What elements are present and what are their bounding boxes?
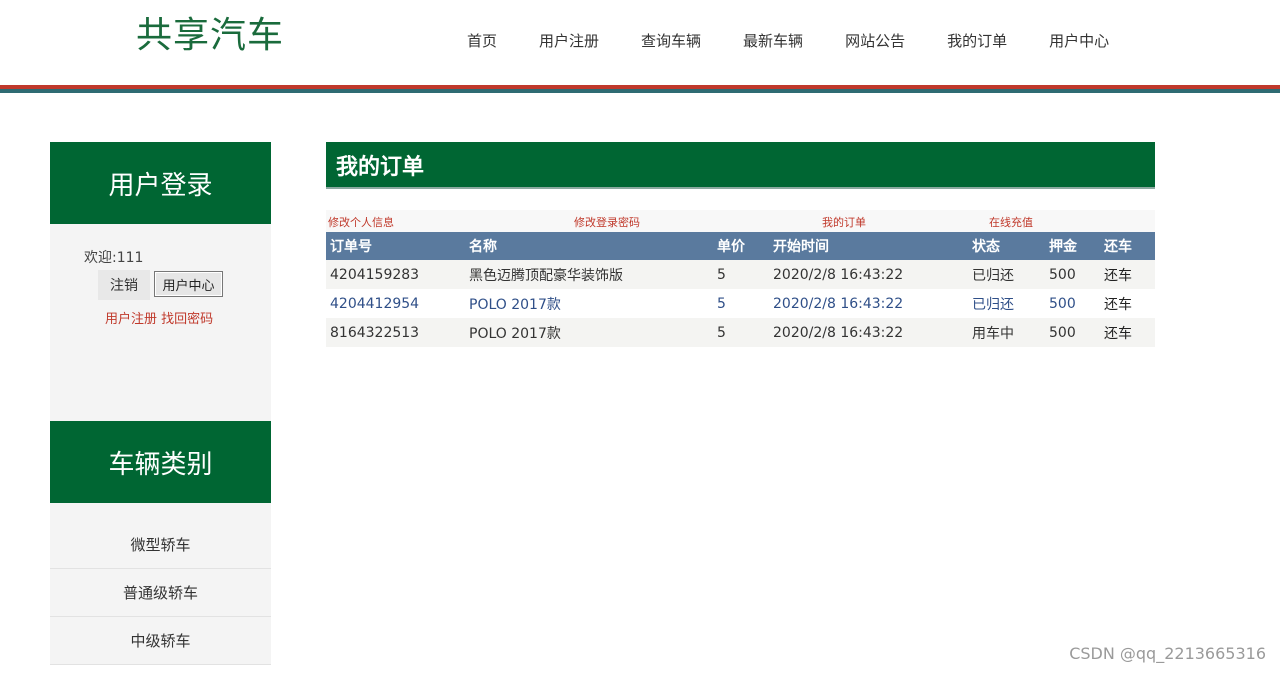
car-name-cell: 黑色迈腾顶配豪华装饰版	[465, 260, 713, 289]
price-cell: 5	[713, 318, 769, 347]
deposit-cell: 500	[1049, 295, 1076, 312]
start-time-cell: 2020/2/8 16:43:22	[769, 318, 968, 347]
find-password-link[interactable]: 找回密码	[161, 312, 213, 327]
car-name-cell: POLO 2017款	[469, 296, 561, 313]
table-row: 4204412954 POLO 2017款 5 2020/2/8 16:43:2…	[326, 289, 1155, 318]
logout-button[interactable]: 注销	[98, 270, 150, 300]
site-logo[interactable]: 共享汽车	[136, 6, 284, 58]
page-title: 我的订单	[326, 142, 1155, 189]
nav-my-orders[interactable]: 我的订单	[947, 30, 1007, 52]
order-no-cell: 4204412954	[330, 295, 420, 312]
site-header: 共享汽车 首页 用户注册 查询车辆 最新车辆 网站公告 我的订单 用户中心	[0, 0, 1280, 84]
user-center-button[interactable]: 用户中心	[154, 271, 223, 297]
nav-announcements[interactable]: 网站公告	[845, 30, 905, 52]
return-car-link[interactable]: 还车	[1100, 289, 1155, 318]
col-status: 状态	[968, 232, 1045, 260]
account-sub-nav: 修改个人信息 修改登录密码 我的订单 在线充值	[326, 210, 1155, 232]
price-cell: 5	[717, 295, 726, 312]
recharge-link[interactable]: 在线充值	[989, 214, 1033, 230]
start-time-cell: 2020/2/8 16:43:22	[773, 295, 904, 312]
order-no-cell: 8164322513	[326, 318, 465, 347]
login-links: 用户注册 找回密码	[105, 308, 213, 327]
col-price: 单价	[713, 232, 769, 260]
orders-table: 订单号 名称 单价 开始时间 状态 押金 还车 4204159283 黑色迈腾顶…	[326, 232, 1155, 347]
main-nav: 首页 用户注册 查询车辆 最新车辆 网站公告 我的订单 用户中心	[446, 30, 1130, 52]
category-item[interactable]: 中级轿车	[50, 617, 271, 665]
col-start-time: 开始时间	[769, 232, 968, 260]
status-cell: 用车中	[968, 318, 1045, 347]
nav-user-center[interactable]: 用户中心	[1049, 30, 1109, 52]
price-cell: 5	[713, 260, 769, 289]
start-time-cell: 2020/2/8 16:43:22	[769, 260, 968, 289]
deposit-cell: 500	[1045, 260, 1100, 289]
change-password-link[interactable]: 修改登录密码	[574, 214, 640, 230]
nav-home[interactable]: 首页	[467, 30, 497, 52]
nav-latest-cars[interactable]: 最新车辆	[743, 30, 803, 52]
nav-search-cars[interactable]: 查询车辆	[641, 30, 701, 52]
watermark-text: CSDN @qq_2213665316	[1069, 644, 1266, 663]
edit-profile-link[interactable]: 修改个人信息	[328, 214, 394, 230]
return-car-link[interactable]: 还车	[1100, 260, 1155, 289]
col-order-no: 订单号	[326, 232, 465, 260]
category-list: 微型轿车 普通级轿车 中级轿车	[50, 503, 271, 665]
table-header-row: 订单号 名称 单价 开始时间 状态 押金 还车	[326, 232, 1155, 260]
welcome-text: 欢迎:111	[84, 250, 144, 266]
deposit-cell: 500	[1045, 318, 1100, 347]
category-panel-title: 车辆类别	[50, 421, 271, 503]
return-car-link[interactable]: 还车	[1100, 318, 1155, 347]
header-divider-teal	[0, 89, 1280, 93]
car-name-cell: POLO 2017款	[465, 318, 713, 347]
col-name: 名称	[465, 232, 713, 260]
table-row: 4204159283 黑色迈腾顶配豪华装饰版 5 2020/2/8 16:43:…	[326, 260, 1155, 289]
register-link[interactable]: 用户注册	[105, 312, 157, 327]
col-deposit: 押金	[1045, 232, 1100, 260]
order-no-cell: 4204159283	[326, 260, 465, 289]
col-return: 还车	[1100, 232, 1155, 260]
login-panel-title: 用户登录	[50, 142, 271, 224]
table-row: 8164322513 POLO 2017款 5 2020/2/8 16:43:2…	[326, 318, 1155, 347]
nav-register[interactable]: 用户注册	[539, 30, 599, 52]
status-cell: 已归还	[972, 296, 1014, 313]
category-item[interactable]: 微型轿车	[50, 503, 271, 569]
status-cell: 已归还	[968, 260, 1045, 289]
main-content: 我的订单 修改个人信息 修改登录密码 我的订单 在线充值 订单号 名称 单价 开…	[326, 142, 1155, 347]
my-orders-link[interactable]: 我的订单	[822, 214, 866, 230]
category-item[interactable]: 普通级轿车	[50, 569, 271, 617]
login-panel: 欢迎:111 注销 用户中心 用户注册 找回密码	[50, 224, 271, 421]
sidebar: 用户登录 欢迎:111 注销 用户中心 用户注册 找回密码 车辆类别 微型轿车 …	[50, 142, 271, 665]
